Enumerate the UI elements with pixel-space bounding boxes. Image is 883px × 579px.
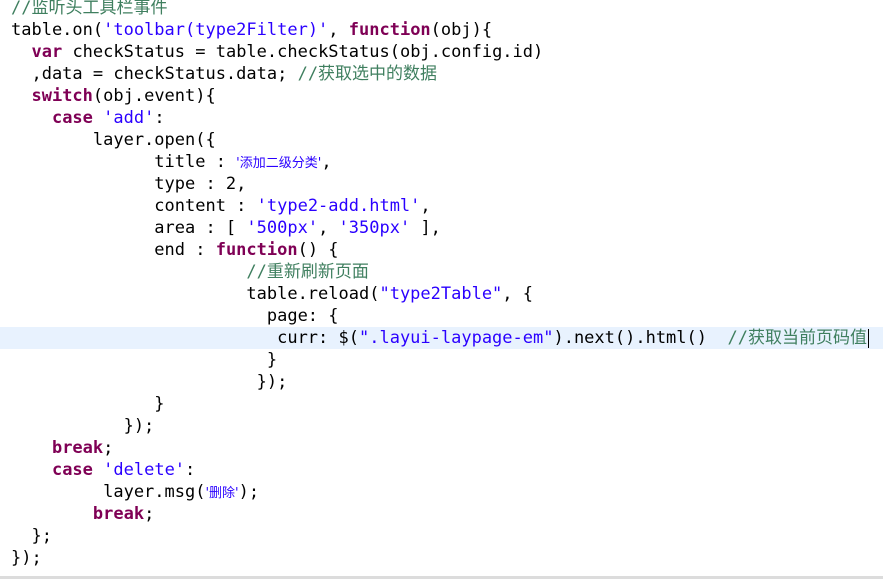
code-line[interactable]: type : 2, (0, 173, 883, 195)
code-token-keyword: break (51, 438, 104, 458)
code-token-keyword: var (31, 42, 63, 62)
code-token: area : [ (11, 218, 247, 238)
code-line[interactable]: curr: $(".layui-laypage-em").next().html… (0, 327, 883, 349)
code-token-keyword: function (348, 20, 431, 40)
code-token: , (328, 20, 349, 40)
code-token: } (11, 350, 278, 370)
code-token-keyword: case (51, 460, 93, 480)
code-token-keyword: break (92, 504, 145, 524)
code-token-keyword: case (51, 108, 93, 128)
code-token-comment: //获取选中的数据 (297, 64, 438, 84)
code-token-string: 'toolbar(type2Filter)' (103, 20, 329, 40)
code-line[interactable]: break; (0, 503, 883, 525)
code-line[interactable]: page: { (0, 305, 883, 327)
code-token: , { (502, 284, 534, 304)
code-token: }; (11, 526, 52, 546)
code-token: ,data = checkStatus.data; (11, 64, 298, 84)
text-caret (867, 328, 869, 348)
code-token: () { (297, 240, 339, 260)
code-token: layer.msg( (11, 482, 206, 502)
code-line[interactable]: end : function() { (0, 239, 883, 261)
code-token: , (321, 152, 332, 172)
code-token: ).next().html() (553, 328, 728, 348)
code-token: table.on( (11, 20, 104, 40)
code-token: ; (103, 438, 114, 458)
code-line[interactable]: }; (0, 525, 883, 547)
code-line[interactable]: //重新刷新页面 (0, 261, 883, 283)
code-token: ); (238, 482, 260, 502)
code-line[interactable]: switch(obj.event){ (0, 85, 883, 107)
code-token-string: 'delete' (103, 460, 186, 480)
code-line[interactable]: }); (0, 547, 883, 569)
code-token: } (11, 394, 165, 414)
code-token: ], (410, 218, 441, 238)
code-line[interactable]: area : [ '500px', '350px' ], (0, 217, 883, 239)
code-token-comment: //监听头工具栏事件 (11, 0, 168, 18)
code-line[interactable]: break; (0, 437, 883, 459)
code-token: }); (11, 548, 42, 568)
code-token: ; (144, 504, 155, 524)
code-token-string: 'add' (103, 108, 155, 128)
code-line[interactable]: layer.msg('删除'); (0, 481, 883, 503)
code-token: table.reload( (11, 284, 380, 304)
code-line[interactable]: } (0, 393, 883, 415)
code-token: layer.open({ (11, 130, 216, 150)
code-line[interactable]: content : 'type2-add.html', (0, 195, 883, 217)
code-token: }); (11, 416, 155, 436)
code-token: , (318, 218, 339, 238)
code-line[interactable]: ,data = checkStatus.data; //获取选中的数据 (0, 63, 883, 85)
code-token: (obj){ (430, 20, 493, 40)
code-token: (obj.event){ (92, 86, 216, 106)
code-line[interactable]: table.on('toolbar(type2Filter)', functio… (0, 19, 883, 41)
code-line[interactable]: var checkStatus = table.checkStatus(obj.… (0, 41, 883, 63)
code-token: page: { (11, 306, 339, 326)
code-line[interactable]: case 'delete': (0, 459, 883, 481)
code-line[interactable]: layer.open({ (0, 129, 883, 151)
code-token-keyword: switch (31, 86, 93, 106)
code-token: curr: $( (11, 328, 359, 348)
code-token: end : (11, 240, 216, 260)
code-token-string: '350px' (338, 218, 411, 238)
code-token: checkStatus = table.checkStatus(obj.conf… (62, 42, 544, 62)
code-line[interactable]: }); (0, 415, 883, 437)
code-line[interactable]: table.reload("type2Table", { (0, 283, 883, 305)
code-token: : (185, 460, 196, 480)
code-line[interactable]: }); (0, 371, 883, 393)
code-line[interactable]: } (0, 349, 883, 371)
code-token: title : (11, 152, 237, 172)
code-line[interactable]: //监听头工具栏事件 (0, 0, 883, 19)
code-token: type : 2, (11, 174, 247, 194)
code-token: }); (11, 372, 288, 392)
code-token-string: "type2Table" (379, 284, 503, 304)
code-token-string: ".layui-laypage-em" (359, 328, 554, 348)
code-token-string: 'type2-add.html' (256, 196, 421, 216)
code-token-comment: //重新刷新页面 (246, 262, 369, 282)
code-line[interactable]: title : '添加二级分类', (0, 151, 883, 173)
code-token-cjk-str: '添加二级分类' (236, 156, 322, 171)
code-token-comment: //获取当前页码值 (727, 328, 867, 348)
code-editor[interactable]: //监听头工具栏事件 table.on('toolbar(type2Filter)… (0, 0, 883, 579)
code-token: : (154, 108, 165, 128)
code-token-cjk-str: '删除' (205, 486, 239, 501)
code-token: content : (11, 196, 257, 216)
code-line[interactable]: case 'add': (0, 107, 883, 129)
code-token-keyword: function (215, 240, 298, 260)
code-token-string: '500px' (246, 218, 319, 238)
code-token: , (420, 196, 431, 216)
